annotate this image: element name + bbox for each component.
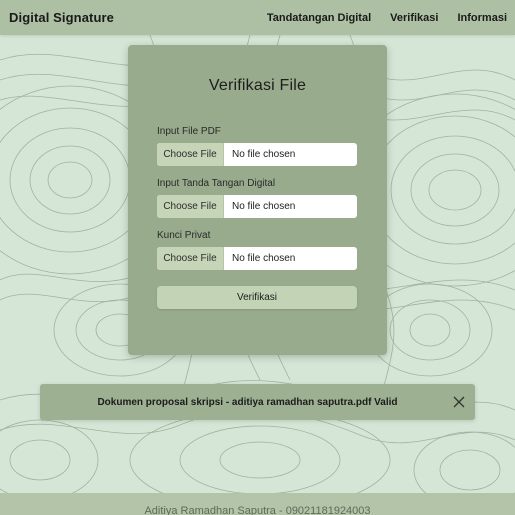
- pdf-file-input[interactable]: Choose File No file chosen: [157, 143, 357, 166]
- page-title: Verifikasi File: [208, 77, 307, 94]
- brand-title[interactable]: Digital Signature: [9, 10, 114, 25]
- pdf-choose-file-button[interactable]: Choose File: [157, 143, 224, 166]
- navbar: Digital Signature Tandatangan Digital Ve…: [0, 0, 515, 35]
- pdf-file-label: Input File PDF: [157, 126, 221, 137]
- alert-message: Dokumen proposal skripsi - aditiya ramad…: [97, 396, 398, 408]
- signature-choose-file-button[interactable]: Choose File: [157, 195, 224, 218]
- footer: Aditiya Ramadhan Saputra - 0902118192400…: [0, 493, 515, 515]
- signature-file-label: Input Tanda Tangan Digital: [157, 178, 276, 189]
- signature-file-name: No file chosen: [232, 201, 296, 212]
- nav-link-informasi[interactable]: Informasi: [457, 12, 507, 24]
- private-key-choose-file-button[interactable]: Choose File: [157, 247, 224, 270]
- private-key-file-name: No file chosen: [232, 253, 296, 264]
- result-alert: Dokumen proposal skripsi - aditiya ramad…: [40, 384, 475, 420]
- verification-card: Verifikasi File Input File PDF Choose Fi…: [128, 45, 387, 355]
- close-icon[interactable]: [452, 395, 466, 409]
- pdf-file-name: No file chosen: [232, 149, 296, 160]
- nav-links: Tandatangan Digital Verifikasi Informasi: [267, 12, 507, 24]
- nav-link-tandatangan-digital[interactable]: Tandatangan Digital: [267, 12, 371, 24]
- signature-file-input[interactable]: Choose File No file chosen: [157, 195, 357, 218]
- footer-credit: Aditiya Ramadhan Saputra - 0902118192400…: [144, 505, 371, 515]
- private-key-input[interactable]: Choose File No file chosen: [157, 247, 357, 270]
- private-key-label: Kunci Privat: [157, 230, 211, 241]
- nav-link-verifikasi[interactable]: Verifikasi: [390, 12, 438, 24]
- verify-button[interactable]: Verifikasi: [157, 286, 357, 309]
